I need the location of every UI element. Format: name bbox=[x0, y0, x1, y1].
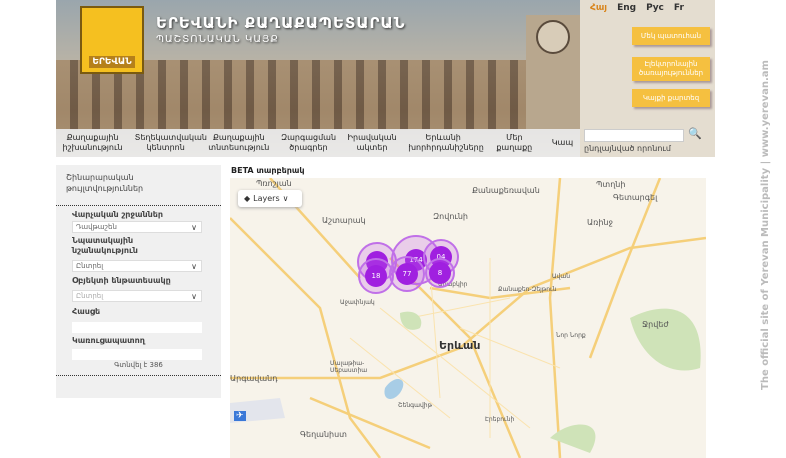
subtype-select[interactable]: Ընտրել ∨ bbox=[72, 290, 202, 302]
district-select[interactable]: Դավթաշեն ∨ bbox=[72, 221, 202, 233]
map[interactable]: Պռոշյան ◆ Layers ∨ Պտղնի Քանաքեռավան Գետար… bbox=[230, 178, 706, 458]
purpose-label: Նպատակային նշանակություն bbox=[72, 236, 138, 255]
park bbox=[550, 424, 596, 453]
divider bbox=[56, 205, 221, 206]
lang-en[interactable]: Eng bbox=[617, 3, 636, 13]
map-label: Ջրվեժ bbox=[642, 320, 669, 329]
lake bbox=[384, 378, 404, 400]
nav-item[interactable]: Զարգացման ծրագրեր bbox=[281, 133, 336, 153]
nav-item[interactable]: Երևանի խորհրդանիշները bbox=[408, 133, 484, 153]
map-label: Էրեբունի bbox=[485, 416, 515, 423]
district-label: Վարչական շրջաններ bbox=[72, 210, 164, 219]
advanced-search-link[interactable]: ընդլայնված որոնում bbox=[584, 144, 671, 153]
map-cluster[interactable]: 77 bbox=[389, 256, 425, 292]
one-window-button[interactable]: Մեկ պատուհան bbox=[632, 27, 710, 45]
city-logo[interactable]: ԵՐԵՎԱՆ bbox=[80, 6, 144, 74]
logo-text: ԵՐԵՎԱՆ bbox=[89, 56, 135, 68]
developer-label: Կառուցապատող bbox=[72, 336, 145, 345]
address-label: Հասցե bbox=[72, 307, 101, 316]
cluster-count: 77 bbox=[396, 263, 418, 285]
layers-button[interactable]: ◆ Layers ∨ bbox=[238, 190, 302, 207]
park bbox=[630, 308, 701, 371]
map-label: Պտղնի bbox=[596, 180, 626, 189]
lang-fr[interactable]: Fr bbox=[674, 3, 684, 13]
filter-sidebar: Շինարարական թույլտվություններ Վարչական շ… bbox=[56, 165, 221, 398]
road bbox=[230, 236, 706, 380]
e-services-button[interactable]: Էլեկտրոնային ծառայություններ bbox=[632, 57, 710, 81]
chevron-down-icon: ∨ bbox=[191, 223, 197, 232]
map-label: Աջափնյակ bbox=[340, 299, 375, 306]
district-value: Դավթաշեն bbox=[76, 223, 117, 231]
map-label: Պռոշյան bbox=[256, 179, 292, 188]
subtype-value: Ընտրել bbox=[76, 292, 104, 300]
layers-icon: ◆ bbox=[244, 194, 251, 203]
road bbox=[548, 178, 562, 458]
map-label: Գեղանիստ bbox=[300, 430, 347, 439]
lang-hy[interactable]: Հայ bbox=[590, 3, 607, 13]
layers-label: Layers bbox=[253, 194, 280, 203]
main-nav: Քաղաքային իշխանություն Տեղեկատվական կենտ… bbox=[56, 129, 580, 157]
right-panel: Հայ Eng Рус Fr Մեկ պատուհան Էլեկտրոնային… bbox=[580, 0, 715, 157]
find-results-button[interactable]: Գտնվել է 386 bbox=[56, 361, 221, 369]
search-icon[interactable]: 🔍 bbox=[688, 127, 702, 140]
chevron-down-icon: ∨ bbox=[191, 262, 197, 271]
search-input[interactable] bbox=[584, 129, 684, 142]
nav-item[interactable]: Իրավական ակտեր bbox=[347, 133, 397, 153]
official-site-banner: The official site of Yerevan Municipalit… bbox=[760, 60, 771, 390]
site-subtitle: ՊԱՇՏՈՆԱԿԱՆ ԿԱՅՔ bbox=[156, 34, 279, 45]
nav-item[interactable]: Քաղաքային տնտեսություն bbox=[208, 133, 270, 153]
map-label: Քանաքեռավան bbox=[472, 186, 540, 195]
airport-icon: ✈ bbox=[234, 411, 246, 421]
nav-item[interactable]: Տեղեկատվական կենտրոն bbox=[135, 133, 207, 153]
map-label: Զովունի bbox=[433, 212, 469, 221]
developer-input[interactable] bbox=[72, 349, 202, 360]
map-label: Մալաթիա-Սեբաստիա bbox=[330, 360, 368, 374]
map-label: Առինջ bbox=[587, 218, 613, 227]
address-input[interactable] bbox=[72, 322, 202, 333]
map-label: Ավան bbox=[552, 273, 571, 280]
site-title: ԵՐԵՎԱՆԻ ՔԱՂԱՔԱՊԵՏԱՐԱՆ bbox=[156, 14, 406, 32]
map-label: Շենգավիթ bbox=[398, 402, 432, 409]
map-label: Աշտարակ bbox=[322, 216, 366, 225]
map-label-yerevan: Երևան bbox=[439, 339, 481, 352]
divider bbox=[56, 375, 221, 376]
site-map-button[interactable]: Կայքի քարտեզ bbox=[632, 89, 710, 107]
cluster-count: 8 bbox=[429, 262, 451, 284]
purpose-select[interactable]: Ընտրել ∨ bbox=[72, 260, 202, 272]
subtype-label: Օբյեկտի ենթատեսակը bbox=[72, 276, 171, 285]
lang-ru[interactable]: Рус bbox=[646, 3, 664, 13]
nav-item[interactable]: Կապ bbox=[550, 138, 574, 148]
map-label: Նոր Նորք bbox=[556, 332, 586, 339]
sidebar-title: Շինարարական թույլտվություններ bbox=[66, 173, 144, 193]
purpose-value: Ընտրել bbox=[76, 262, 104, 270]
language-switcher: Հայ Eng Рус Fr bbox=[590, 3, 684, 13]
beta-label: BETA տարբերակ bbox=[231, 166, 305, 175]
clock-icon bbox=[536, 20, 570, 54]
cluster-count: 18 bbox=[365, 265, 387, 287]
map-cluster[interactable]: 8 bbox=[425, 258, 455, 288]
map-label: Արգավանդ bbox=[230, 374, 278, 383]
site-header: ԵՐԵՎԱՆ ԵՐԵՎԱՆԻ ՔԱՂԱՔԱՊԵՏԱՐԱՆ ՊԱՇՏՈՆԱԿԱՆ … bbox=[56, 0, 715, 157]
chevron-down-icon: ∨ bbox=[282, 194, 289, 203]
chevron-down-icon: ∨ bbox=[191, 292, 197, 301]
nav-item[interactable]: Մեր քաղաքը bbox=[489, 133, 539, 153]
nav-item[interactable]: Քաղաքային իշխանություն bbox=[62, 133, 124, 153]
map-label: Գետարգել bbox=[613, 193, 658, 202]
map-label: Քանաքեռ-Զեյթուն bbox=[498, 286, 557, 293]
